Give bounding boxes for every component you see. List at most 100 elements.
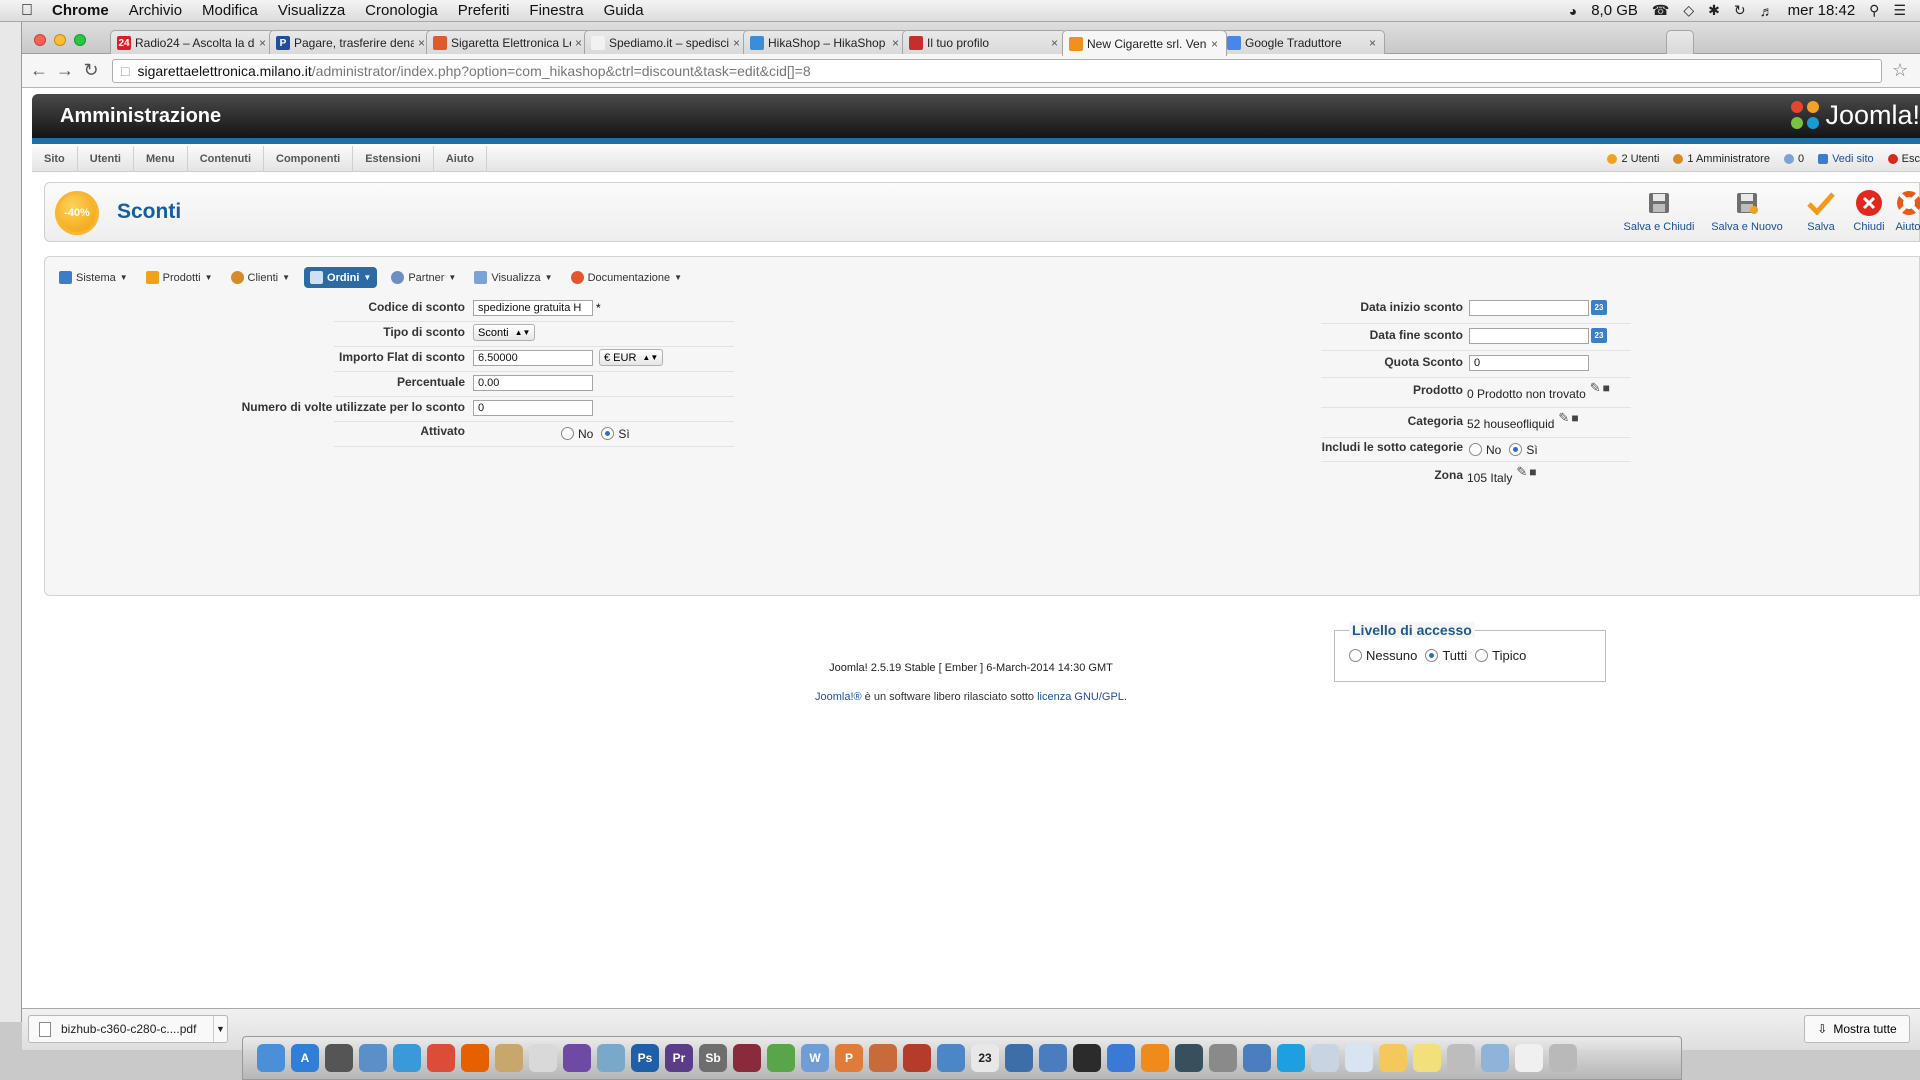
browser-tab[interactable]: HikaShop – HikaShop – Ris × <box>743 30 908 55</box>
dock-powerpoint-icon[interactable]: P <box>835 1044 863 1072</box>
apple-icon[interactable]:  <box>12 2 42 20</box>
memory-icon[interactable]: ◕ <box>1569 3 1577 19</box>
view-site-link[interactable]: Vedi sito <box>1818 153 1874 165</box>
browser-tab[interactable]: Il tuo profilo × <box>902 30 1067 55</box>
back-icon[interactable]: ← <box>26 60 52 81</box>
wifi-icon[interactable]: ◇ <box>1683 2 1694 19</box>
dock-imovie-icon[interactable] <box>563 1044 591 1072</box>
trash-icon[interactable]: ■ <box>1529 465 1536 479</box>
dock-tools-icon[interactable] <box>869 1044 897 1072</box>
spotlight-icon[interactable]: ⚲ <box>1869 2 1879 19</box>
menu-modifica[interactable]: Modifica <box>192 2 268 19</box>
dock-itunes-icon[interactable] <box>1107 1044 1135 1072</box>
close-tab-icon[interactable]: × <box>1369 36 1376 50</box>
users-status[interactable]: 2 Utenti <box>1607 153 1659 165</box>
edit-pencil-icon[interactable]: ✎ <box>1590 380 1601 396</box>
download-menu-chevron-icon[interactable]: ▼ <box>213 1016 227 1042</box>
dock-photos-icon[interactable] <box>597 1044 625 1072</box>
browser-tab[interactable]: P Pagare, trasferire denaro e × <box>269 30 434 55</box>
bookmark-star-icon[interactable]: ☆ <box>1892 60 1908 81</box>
save-new-button[interactable]: Salva e Nuovo <box>1709 189 1785 233</box>
save-close-button[interactable]: Salva e Chiudi <box>1621 189 1697 233</box>
dock-app-icon[interactable] <box>1005 1044 1033 1072</box>
admins-status[interactable]: 1 Amministratore <box>1673 153 1770 165</box>
dock-photoshop-icon[interactable]: Ps <box>631 1044 659 1072</box>
calendar-icon[interactable]: 23 <box>1591 300 1607 315</box>
dock-trash-icon[interactable] <box>1549 1044 1577 1072</box>
new-tab-button[interactable] <box>1666 30 1694 55</box>
browser-tab[interactable]: Sigaretta Elettronica Lecce × <box>426 30 591 55</box>
close-tab-icon[interactable]: × <box>892 36 899 50</box>
menu-cronologia[interactable]: Cronologia <box>355 2 448 19</box>
quota-field[interactable]: 0 <box>1469 354 1589 371</box>
subcat-no-radio[interactable] <box>1469 443 1482 456</box>
dock-soundbooth-icon[interactable]: Sb <box>699 1044 727 1072</box>
close-tab-icon[interactable]: × <box>1051 36 1058 50</box>
address-bar[interactable]: □ sigarettaelettronica.milano.it/adminis… <box>112 58 1882 83</box>
start-date-field[interactable] <box>1469 299 1589 316</box>
dock-textedit-icon[interactable] <box>1345 1044 1373 1072</box>
minimize-window-button[interactable] <box>54 34 66 46</box>
dock-safari-icon[interactable] <box>393 1044 421 1072</box>
reload-icon[interactable]: ↻ <box>78 60 104 81</box>
help-button[interactable]: Aiuto <box>1895 189 1920 233</box>
calendar-icon[interactable]: 23 <box>1591 328 1607 343</box>
joomla-link[interactable]: Joomla!® <box>815 691 862 703</box>
menu-menu[interactable]: Menu <box>134 145 188 172</box>
close-tab-icon[interactable]: × <box>575 36 582 50</box>
dock-activity-monitor-icon[interactable] <box>1073 1044 1101 1072</box>
access-typical-radio[interactable] <box>1475 649 1489 662</box>
edit-pencil-icon[interactable]: ✎ <box>1558 410 1569 426</box>
dock-tweetdeck-icon[interactable] <box>767 1044 795 1072</box>
hika-menu-ordini[interactable]: Ordini ▼ <box>304 267 378 288</box>
dock-block-icon[interactable] <box>1311 1044 1339 1072</box>
license-link[interactable]: licenza GNU/GPL <box>1037 691 1124 703</box>
edit-pencil-icon[interactable]: ✎ <box>1516 464 1527 480</box>
dock-mail-icon[interactable] <box>937 1044 965 1072</box>
close-tab-icon[interactable]: × <box>733 36 740 50</box>
dock-filezilla-icon[interactable] <box>903 1044 931 1072</box>
time-machine-icon[interactable]: ↻ <box>1734 2 1746 19</box>
dock-stickies-icon[interactable] <box>1379 1044 1407 1072</box>
dock-app-store-icon[interactable]: A <box>291 1044 319 1072</box>
bluetooth-icon[interactable]: ✱ <box>1708 2 1720 19</box>
access-all-radio[interactable] <box>1425 649 1439 662</box>
dock-network-icon[interactable] <box>1243 1044 1271 1072</box>
close-button[interactable]: Chiudi <box>1849 189 1889 233</box>
access-none-radio[interactable] <box>1349 649 1362 662</box>
close-tab-icon[interactable]: × <box>1211 37 1218 51</box>
hika-menu-documentazione[interactable]: Documentazione ▼ <box>567 267 686 288</box>
dock-document-icon[interactable] <box>1515 1044 1543 1072</box>
forward-icon[interactable]: → <box>52 60 78 81</box>
dock-premiere-icon[interactable]: Pr <box>665 1044 693 1072</box>
menu-chrome[interactable]: Chrome <box>42 2 119 19</box>
menu-contenuti[interactable]: Contenuti <box>188 145 265 172</box>
logout-link[interactable]: Esc <box>1887 153 1920 165</box>
dock-ibooks-icon[interactable] <box>1141 1044 1169 1072</box>
menu-preferiti[interactable]: Preferiti <box>448 2 520 19</box>
browser-tab[interactable]: New Cigarette srl. Vendita × <box>1062 30 1227 56</box>
hika-menu-partner[interactable]: Partner ▼ <box>387 267 460 288</box>
volume-icon[interactable]: ♬ <box>1760 3 1774 19</box>
zoom-window-button[interactable] <box>74 34 86 46</box>
dock-time-machine-icon[interactable] <box>1175 1044 1203 1072</box>
hika-menu-sistema[interactable]: Sistema ▼ <box>55 267 132 288</box>
dock-chrome-icon[interactable] <box>427 1044 455 1072</box>
dock-xcode-icon[interactable] <box>1039 1044 1067 1072</box>
menu-aiuto[interactable]: Aiuto <box>434 145 487 172</box>
close-tab-icon[interactable]: × <box>418 36 425 50</box>
notification-center-icon[interactable]: ☰ <box>1893 2 1906 19</box>
dock-word-icon[interactable]: W <box>801 1044 829 1072</box>
dock-preview-icon[interactable] <box>359 1044 387 1072</box>
hika-menu-visualizza[interactable]: Visualizza ▼ <box>470 267 556 288</box>
hika-menu-prodotti[interactable]: Prodotti ▼ <box>142 267 217 288</box>
end-date-field[interactable] <box>1469 327 1589 344</box>
browser-tab[interactable]: Spediamo.it – spedisci pac × <box>584 30 749 55</box>
menu-guida[interactable]: Guida <box>594 2 654 19</box>
menu-utenti[interactable]: Utenti <box>78 145 134 172</box>
dock-finder-icon[interactable] <box>257 1044 285 1072</box>
dock-dreamweaver-icon[interactable] <box>733 1044 761 1072</box>
subcat-yes-radio[interactable] <box>1509 443 1523 456</box>
dock-scanner-icon[interactable] <box>1447 1044 1475 1072</box>
dock-notes-icon[interactable] <box>1413 1044 1441 1072</box>
